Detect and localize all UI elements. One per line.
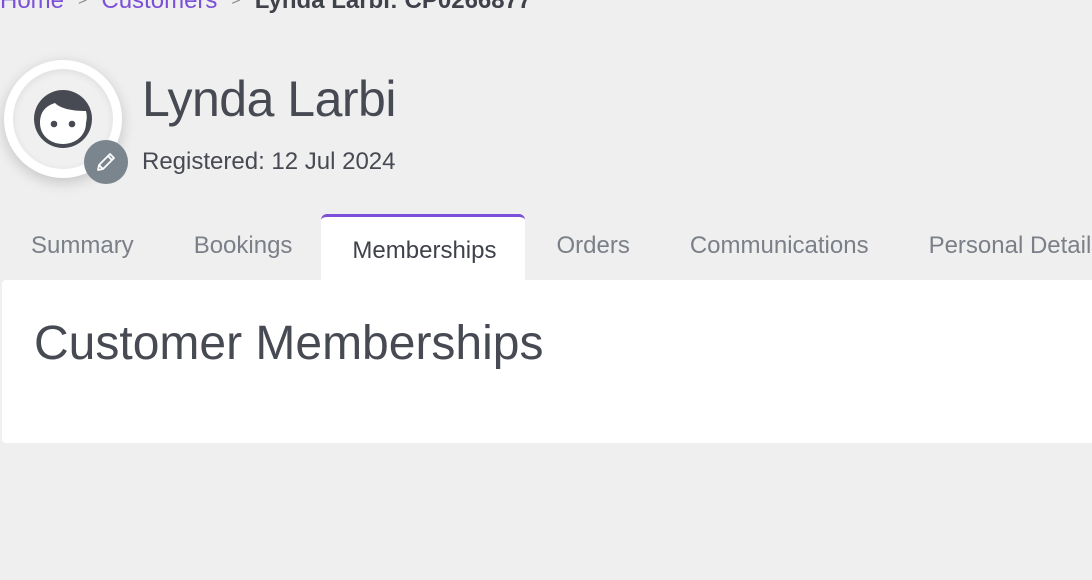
- tab-bookings[interactable]: Bookings: [163, 214, 322, 278]
- tab-orders[interactable]: Orders: [525, 214, 658, 278]
- tab-summary[interactable]: Summary: [0, 214, 163, 278]
- breadcrumb-separator: >: [78, 0, 88, 9]
- tab-memberships[interactable]: Memberships: [321, 214, 526, 280]
- breadcrumb-separator: >: [231, 0, 241, 9]
- breadcrumb-current: Lynda Larbi: CP0266877: [254, 0, 532, 14]
- tab-communications[interactable]: Communications: [659, 214, 898, 278]
- breadcrumb-customers-link[interactable]: Customers: [101, 0, 217, 15]
- breadcrumb-home-link[interactable]: Home: [0, 0, 64, 15]
- customer-tabs: Summary Bookings Memberships Orders Comm…: [0, 214, 1092, 280]
- customer-page: Home > Customers > Lynda Larbi: CP026687…: [0, 0, 1092, 580]
- panel-title: Customer Memberships: [34, 317, 544, 370]
- pencil-icon: [97, 153, 115, 171]
- memberships-panel: Customer Memberships: [2, 280, 1092, 443]
- customer-name: Lynda Larbi: [142, 71, 396, 127]
- tab-personal-details[interactable]: Personal Details: [898, 214, 1092, 278]
- registered-date: Registered: 12 Jul 2024: [142, 148, 396, 175]
- edit-avatar-button[interactable]: [84, 140, 128, 184]
- breadcrumb: Home > Customers > Lynda Larbi: CP026687…: [0, 0, 531, 15]
